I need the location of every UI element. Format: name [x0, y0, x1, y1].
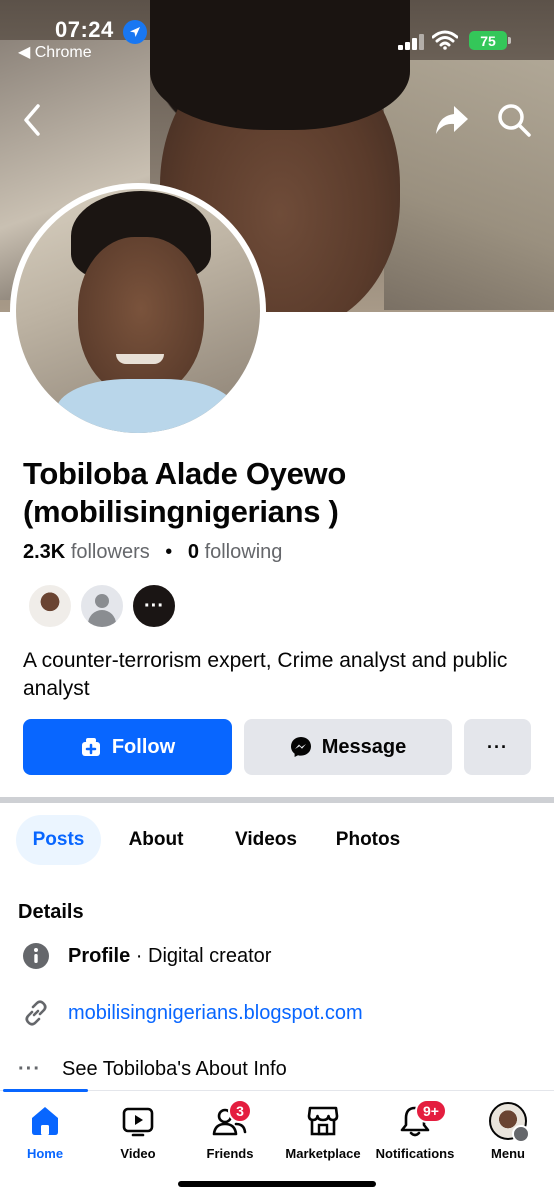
nav-video-label: Video	[120, 1146, 156, 1161]
profile-avatar[interactable]	[10, 183, 266, 439]
followers-count[interactable]: 2.3K	[23, 541, 65, 563]
profile-bio: A counter-terrorism expert, Crime analys…	[23, 649, 508, 700]
detail-website: mobilisingnigerians.blogspot.com	[22, 997, 363, 1029]
follow-label: Follow	[111, 735, 176, 758]
back-arrow-icon[interactable]	[18, 100, 48, 140]
more-dots-icon: ···	[18, 1057, 41, 1080]
search-icon[interactable]	[494, 100, 534, 140]
website-link[interactable]: mobilisingnigerians.blogspot.com	[68, 1002, 363, 1025]
back-to-chrome-link[interactable]: ◀ Chrome	[18, 42, 92, 62]
follow-button[interactable]: Follow	[23, 719, 232, 775]
share-icon[interactable]	[432, 102, 472, 138]
followers-label[interactable]: followers	[71, 541, 150, 563]
avatar-smile	[116, 354, 164, 364]
tab-photos[interactable]: Photos	[328, 815, 408, 865]
messenger-icon	[290, 736, 312, 758]
bell-icon: 9+	[365, 1099, 465, 1141]
details-heading: Details	[18, 901, 84, 923]
marketplace-icon	[273, 1101, 373, 1141]
signal-icon	[398, 34, 424, 50]
tab-about[interactable]: About	[116, 815, 196, 865]
avatar-face	[78, 237, 204, 397]
nav-menu-label: Menu	[491, 1146, 525, 1161]
profile-category: Digital creator	[148, 944, 272, 967]
see-about-info-link[interactable]: ··· See Tobiloba's About Info	[18, 1053, 287, 1085]
battery-indicator: 75	[469, 31, 511, 50]
nav-menu[interactable]: Menu	[458, 1101, 554, 1171]
nav-marketplace-label: Marketplace	[285, 1146, 361, 1161]
home-icon	[0, 1101, 95, 1141]
friends-icon: 3	[180, 1099, 280, 1141]
following-label[interactable]: following	[205, 541, 283, 563]
section-divider	[0, 797, 554, 803]
cover-background-right	[384, 60, 554, 310]
home-indicator	[178, 1181, 376, 1187]
nav-notifications[interactable]: 9+ Notifications	[365, 1099, 465, 1171]
follow-icon	[80, 736, 102, 758]
link-icon	[22, 999, 50, 1027]
more-friends-button[interactable]: ···	[131, 583, 177, 629]
location-arrow-icon	[123, 20, 147, 44]
notifications-badge: 9+	[415, 1099, 447, 1123]
message-label: Message	[321, 735, 407, 758]
avatar	[489, 1102, 530, 1143]
nav-friends-label: Friends	[206, 1146, 254, 1161]
wifi-icon	[431, 30, 459, 50]
friend-avatar[interactable]	[27, 583, 73, 629]
status-time: 07:24	[55, 17, 114, 42]
profile-type-label: Profile	[68, 944, 131, 967]
message-button[interactable]: Message	[244, 719, 452, 775]
nav-friends[interactable]: 3 Friends	[180, 1099, 280, 1171]
profile-photo	[16, 189, 260, 433]
detail-profile-category: Profile · Digital creator	[22, 940, 271, 972]
avatar-shirt	[56, 379, 236, 433]
more-options-button[interactable]: ···	[464, 719, 531, 775]
active-tab-indicator	[3, 1089, 88, 1092]
profile-type-separator: ·	[130, 944, 149, 967]
info-icon	[22, 942, 50, 970]
follow-stats: 2.3K followers • 0 following	[23, 541, 282, 564]
video-icon	[88, 1101, 188, 1141]
profile-name: Tobiloba Alade Oyewo (mobilisingnigerian…	[23, 456, 346, 529]
nav-home-label: Home	[26, 1146, 64, 1161]
nav-home[interactable]: Home	[0, 1101, 95, 1171]
friends-badge: 3	[228, 1099, 252, 1123]
default-avatar-icon[interactable]	[79, 583, 125, 629]
menu-lines-icon	[512, 1125, 530, 1143]
nav-marketplace[interactable]: Marketplace	[273, 1101, 373, 1171]
following-count[interactable]: 0	[188, 541, 199, 563]
nav-video[interactable]: Video	[88, 1101, 188, 1171]
see-about-info-label: See Tobiloba's About Info	[62, 1057, 287, 1080]
menu-avatar-icon	[458, 1101, 554, 1143]
status-bar: 07:24 ◀ Chrome 75	[0, 0, 554, 70]
stats-separator: •	[165, 541, 173, 563]
tab-videos[interactable]: Videos	[221, 815, 311, 865]
nav-notifications-label: Notifications	[375, 1146, 455, 1161]
tab-posts[interactable]: Posts	[16, 815, 101, 865]
